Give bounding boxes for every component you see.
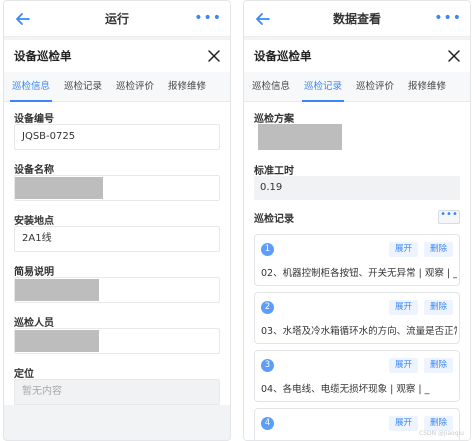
delete-button[interactable]: 删除 [423, 241, 453, 257]
record-number: 1 [261, 242, 274, 256]
expand-button[interactable]: 展开 [388, 241, 418, 257]
sheet-header: 设备巡检单 [244, 40, 470, 72]
back-arrow-icon[interactable] [14, 10, 32, 28]
delete-button[interactable]: 删除 [423, 357, 453, 373]
field-label-location-gps: 定位 [14, 369, 34, 380]
expand-button[interactable]: 展开 [388, 415, 418, 431]
info-form: 设备编号 JQSB-0725 设备名称 安装地点 2A1线 简易说明 巡检人员 … [4, 102, 230, 405]
record-number: 2 [261, 300, 274, 314]
record-card: 1 展开 删除 02、机器控制柜各按钮、开关无异常 | 观察 | _ [254, 234, 460, 286]
expand-button[interactable]: 展开 [388, 357, 418, 373]
watermark: CSDN @jiaoqiu [419, 430, 464, 437]
location-field[interactable]: 2A1线 [14, 226, 220, 252]
more-icon[interactable]: ••• [434, 11, 462, 25]
redacted-plan [258, 124, 342, 150]
tab-inspection-info[interactable]: 巡检信息 [250, 72, 292, 102]
tab-bar: 巡检信息 巡检记录 巡检评价 报修维修 [4, 72, 230, 102]
record-number: 4 [261, 416, 274, 430]
device-name-field[interactable] [14, 175, 220, 201]
close-icon[interactable] [448, 50, 460, 62]
records-header: 巡检记录 ••• [254, 200, 460, 228]
tab-repair[interactable]: 报修维修 [166, 72, 208, 102]
record-number: 3 [261, 358, 274, 372]
close-icon[interactable] [208, 50, 220, 62]
tab-inspection-evaluation[interactable]: 巡检评价 [354, 72, 396, 102]
field-label-description: 简易说明 [14, 267, 54, 278]
record-text: 02、机器控制柜各按钮、开关无异常 | 观察 | _ [261, 268, 457, 279]
std-time-field[interactable]: 0.19 [254, 176, 460, 200]
field-label-location: 安装地点 [14, 216, 54, 227]
redacted-block [15, 177, 103, 199]
records-label: 巡检记录 [254, 213, 294, 225]
top-bar: 运行 ••• [4, 1, 230, 37]
record-card: 3 展开 删除 04、各电线、电缆无损坏现象 | 观察 | _ [254, 350, 460, 402]
plan-label: 巡检方案 [254, 114, 294, 125]
left-screen: 运行 ••• 设备巡检单 巡检信息 巡检记录 巡检评价 报修维修 设备编号 JQ… [3, 0, 231, 441]
field-label-device-code: 设备编号 [14, 114, 54, 125]
redacted-block [15, 279, 99, 301]
tab-bar: 巡检信息 巡检记录 巡检评价 报修维修 [244, 72, 470, 102]
tab-inspection-records[interactable]: 巡检记录 [62, 72, 104, 102]
tab-inspection-records[interactable]: 巡检记录 [302, 72, 345, 102]
std-time-label: 标准工时 [254, 166, 294, 177]
sheet-title: 设备巡检单 [14, 49, 72, 63]
sheet-title: 设备巡检单 [254, 49, 312, 63]
inspector-field[interactable] [14, 328, 220, 354]
sheet-header: 设备巡检单 [4, 40, 230, 72]
page-title: 运行 [104, 12, 129, 26]
delete-button[interactable]: 删除 [423, 299, 453, 315]
gps-field[interactable]: 暂无内容 [14, 379, 220, 405]
back-arrow-icon[interactable] [254, 10, 272, 28]
field-label-inspector: 巡检人员 [14, 318, 54, 329]
device-code-field[interactable]: JQSB-0725 [14, 124, 220, 150]
top-bar: 数据查看 ••• [244, 1, 470, 37]
tab-repair[interactable]: 报修维修 [406, 72, 448, 102]
expand-button[interactable]: 展开 [388, 299, 418, 315]
delete-button[interactable]: 删除 [423, 415, 453, 431]
tab-inspection-evaluation[interactable]: 巡检评价 [114, 72, 156, 102]
tab-inspection-info[interactable]: 巡检信息 [10, 72, 53, 102]
more-icon[interactable]: ••• [194, 11, 222, 25]
records-more-icon[interactable]: ••• [438, 210, 460, 224]
records-form: 巡检方案 标准工时 0.19 巡检记录 ••• 1 展开 删除 02、机器控制柜… [244, 102, 470, 440]
page-title: 数据查看 [332, 12, 381, 26]
right-screen: 数据查看 ••• 设备巡检单 巡检信息 巡检记录 巡检评价 报修维修 巡检方案 … [243, 0, 471, 441]
redacted-block [15, 330, 99, 352]
record-text: 03、水塔及冷水箱循环水的方向、流量是否正常 [261, 326, 457, 337]
record-card: 2 展开 删除 03、水塔及冷水箱循环水的方向、流量是否正常 [254, 292, 460, 344]
record-text: 04、各电线、电缆无损坏现象 | 观察 | _ [261, 384, 430, 395]
field-label-device-name: 设备名称 [14, 165, 54, 176]
description-field[interactable] [14, 277, 220, 303]
